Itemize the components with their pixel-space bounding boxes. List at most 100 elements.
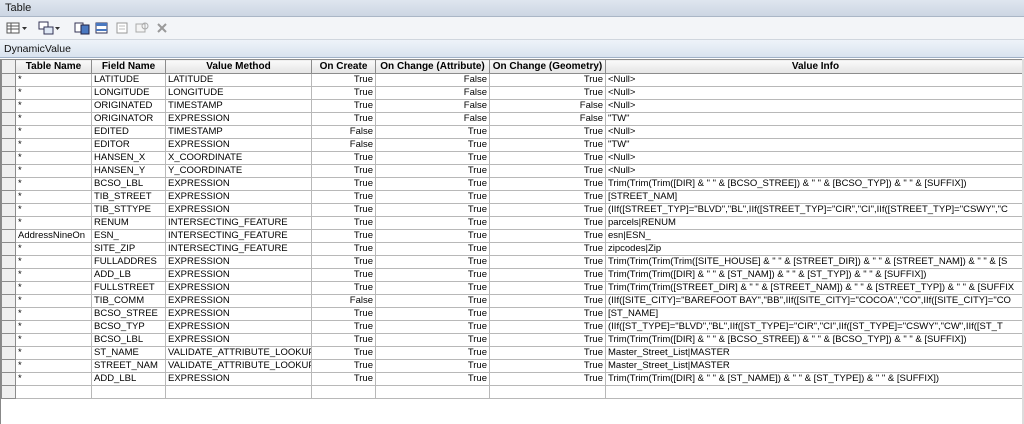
on-change-attribute-cell[interactable]: True	[375, 333, 490, 347]
row-selector[interactable]	[1, 151, 16, 165]
on-change-attribute-cell[interactable]: True	[375, 216, 490, 230]
value-method-cell[interactable]: X_COORDINATE	[165, 151, 312, 165]
row-selector[interactable]	[1, 346, 16, 360]
table-row[interactable]: * EDITOR EXPRESSION False True True "TW"	[1, 138, 1024, 152]
table-name-cell[interactable]: *	[15, 164, 92, 178]
value-info-cell[interactable]: Master_Street_List|MASTER	[605, 359, 1024, 373]
field-name-cell[interactable]: HANSEN_X	[91, 151, 166, 165]
row-selector[interactable]	[1, 255, 16, 269]
table-name-cell[interactable]: *	[15, 242, 92, 256]
on-create-cell[interactable]: True	[311, 359, 376, 373]
field-name-cell[interactable]: LATITUDE	[91, 73, 166, 87]
table-name-cell[interactable]: *	[15, 190, 92, 204]
table-row[interactable]: * HANSEN_X X_COORDINATE True True True <Null>	[1, 151, 1024, 165]
delete-selected-button[interactable]	[154, 20, 170, 36]
on-change-geometry-cell[interactable]: True	[489, 372, 606, 386]
on-change-attribute-cell[interactable]: True	[375, 229, 490, 243]
table-name-cell[interactable]: *	[15, 320, 92, 334]
table-name-cell[interactable]: *	[15, 203, 92, 217]
table-name-cell[interactable]: *	[15, 177, 92, 191]
on-change-attribute-cell[interactable]: True	[375, 346, 490, 360]
table-name-cell[interactable]: *	[15, 138, 92, 152]
value-method-cell[interactable]: Y_COORDINATE	[165, 164, 312, 178]
empty-cell[interactable]	[311, 385, 376, 399]
on-create-cell[interactable]: True	[311, 346, 376, 360]
value-info-cell[interactable]: "TW"	[605, 112, 1024, 126]
on-create-cell[interactable]: True	[311, 281, 376, 295]
row-selector[interactable]	[1, 190, 16, 204]
on-change-geometry-cell[interactable]: True	[489, 242, 606, 256]
value-info-cell[interactable]: <Null>	[605, 164, 1024, 178]
on-change-geometry-cell[interactable]: True	[489, 216, 606, 230]
on-change-geometry-cell[interactable]: True	[489, 255, 606, 269]
table-name-cell[interactable]: *	[15, 86, 92, 100]
row-selector[interactable]	[1, 385, 16, 399]
on-change-attribute-cell[interactable]: True	[375, 294, 490, 308]
on-create-cell[interactable]: True	[311, 164, 376, 178]
on-create-cell[interactable]: True	[311, 112, 376, 126]
value-info-cell[interactable]: Trim(Trim(Trim([DIR] & " " & [ST_NAM]) &…	[605, 268, 1024, 282]
row-selector[interactable]	[1, 164, 16, 178]
field-name-cell[interactable]: BCSO_LBL	[91, 177, 166, 191]
row-selector[interactable]	[1, 281, 16, 295]
table-name-cell[interactable]: *	[15, 216, 92, 230]
table-name-cell[interactable]: *	[15, 99, 92, 113]
table-name-cell[interactable]: *	[15, 333, 92, 347]
on-create-cell[interactable]: True	[311, 255, 376, 269]
table-name-cell[interactable]: *	[15, 268, 92, 282]
value-method-cell[interactable]: LONGITUDE	[165, 86, 312, 100]
value-method-cell[interactable]: EXPRESSION	[165, 268, 312, 282]
on-create-cell[interactable]: True	[311, 320, 376, 334]
table-row[interactable]: * FULLSTREET EXPRESSION True True True Trim(Tr…	[1, 281, 1024, 295]
on-create-cell[interactable]: True	[311, 151, 376, 165]
table-row[interactable]: * STREET_NAM VALIDATE_ATTRIBUTE_LOOKUP True…	[1, 359, 1024, 373]
value-info-cell[interactable]: (IIf([ST_TYPE]="BLVD","BL",IIf([ST_TYPE]…	[605, 320, 1024, 334]
on-change-geometry-cell[interactable]: True	[489, 268, 606, 282]
on-change-geometry-cell[interactable]: True	[489, 86, 606, 100]
row-selector[interactable]	[1, 112, 16, 126]
table-name-cell[interactable]: *	[15, 255, 92, 269]
value-info-cell[interactable]: "TW"	[605, 138, 1024, 152]
new-row[interactable]	[1, 385, 1024, 399]
row-selector[interactable]	[1, 138, 16, 152]
field-name-cell[interactable]: BCSO_LBL	[91, 333, 166, 347]
field-name-cell[interactable]: HANSEN_Y	[91, 164, 166, 178]
value-info-cell[interactable]: Trim(Trim(Trim([STREET_DIR] & " " & [STR…	[605, 281, 1024, 295]
on-change-geometry-cell[interactable]: True	[489, 151, 606, 165]
on-change-geometry-cell[interactable]: False	[489, 112, 606, 126]
table-row[interactable]: * TIB_STTYPE EXPRESSION True True True (IIf([S…	[1, 203, 1024, 217]
on-change-attribute-cell[interactable]: True	[375, 320, 490, 334]
table-name-cell[interactable]: *	[15, 372, 92, 386]
value-method-cell[interactable]: INTERSECTING_FEATURE	[165, 242, 312, 256]
table-row[interactable]: * RENUM INTERSECTING_FEATURE True True True pa…	[1, 216, 1024, 230]
value-info-cell[interactable]: esn|ESN_	[605, 229, 1024, 243]
value-info-cell[interactable]: <Null>	[605, 73, 1024, 87]
field-name-cell[interactable]: FULLADDRES	[91, 255, 166, 269]
empty-cell[interactable]	[605, 385, 1024, 399]
table-name-cell[interactable]: *	[15, 73, 92, 87]
field-name-cell[interactable]: TIB_STREET	[91, 190, 166, 204]
value-method-cell[interactable]: EXPRESSION	[165, 190, 312, 204]
on-change-geometry-cell[interactable]: True	[489, 203, 606, 217]
table-row[interactable]: * BCSO_LBL EXPRESSION True True True Trim(Trim…	[1, 177, 1024, 191]
table-name-cell[interactable]: *	[15, 346, 92, 360]
on-create-cell[interactable]: True	[311, 333, 376, 347]
value-method-cell[interactable]: INTERSECTING_FEATURE	[165, 229, 312, 243]
empty-cell[interactable]	[489, 385, 606, 399]
value-info-cell[interactable]: <Null>	[605, 151, 1024, 165]
on-change-geometry-cell[interactable]: True	[489, 281, 606, 295]
table-row[interactable]: AddressNineOn ESN_ INTERSECTING_FEATURE Tru…	[1, 229, 1024, 243]
on-create-cell[interactable]: True	[311, 203, 376, 217]
value-method-cell[interactable]: TIMESTAMP	[165, 99, 312, 113]
value-info-cell[interactable]: Trim(Trim(Trim([DIR] & " " & [BCSO_STREE…	[605, 333, 1024, 347]
switch-selection-button[interactable]	[94, 20, 110, 36]
clear-selection-button[interactable]	[114, 20, 130, 36]
value-method-cell[interactable]: EXPRESSION	[165, 255, 312, 269]
on-create-cell[interactable]: True	[311, 73, 376, 87]
field-name-cell[interactable]: TIB_STTYPE	[91, 203, 166, 217]
row-selector[interactable]	[1, 216, 16, 230]
column-header-on-change-geometry[interactable]: On Change (Geometry)	[489, 59, 606, 74]
on-create-cell[interactable]: True	[311, 229, 376, 243]
field-name-cell[interactable]: LONGITUDE	[91, 86, 166, 100]
table-row[interactable]: * ST_NAME VALIDATE_ATTRIBUTE_LOOKUP True Tru…	[1, 346, 1024, 360]
